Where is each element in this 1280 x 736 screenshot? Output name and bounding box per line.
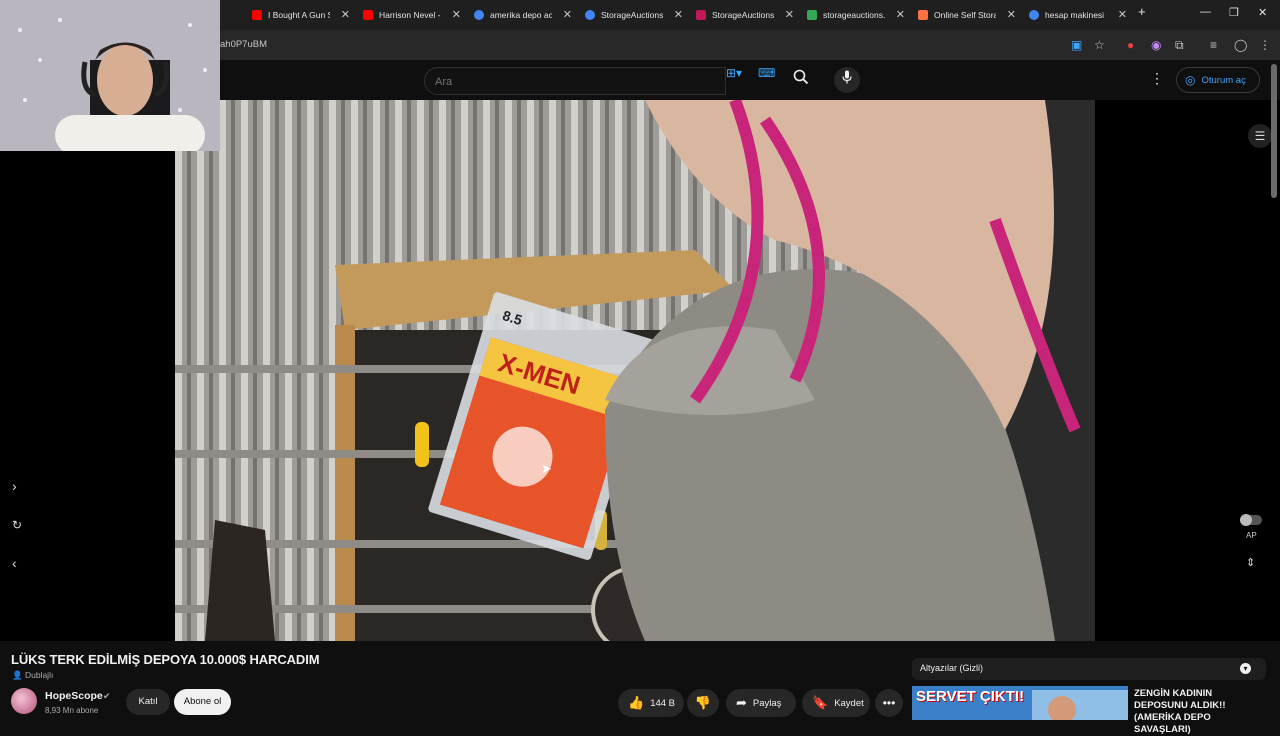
chevron-down-icon[interactable]: ▾ bbox=[1240, 663, 1251, 674]
site-favicon-icon bbox=[918, 10, 928, 20]
thumbs-down-icon: 👎 bbox=[694, 695, 712, 710]
thumbnail-text: SERVET ÇIKTI! bbox=[916, 688, 1025, 705]
close-icon[interactable]: ✕ bbox=[785, 8, 794, 21]
microphone-icon bbox=[842, 70, 852, 84]
close-icon[interactable]: ✕ bbox=[563, 8, 572, 21]
subscriber-count: 8,93 Mn abone bbox=[45, 706, 99, 715]
like-count: 144 B bbox=[650, 697, 676, 709]
tab-title: StorageAuctions bbox=[601, 10, 663, 20]
minimize-icon[interactable]: — bbox=[1200, 6, 1211, 18]
join-button[interactable]: Katıl bbox=[126, 689, 170, 715]
tab-title: Online Self Storag bbox=[934, 10, 996, 20]
verified-badge-icon: ✔ bbox=[103, 691, 111, 701]
share-label: Paylaş bbox=[752, 697, 782, 709]
sign-in-label: Oturum aç bbox=[1201, 74, 1246, 86]
chevron-right-icon[interactable]: › bbox=[12, 478, 17, 494]
youtube-favicon-icon bbox=[363, 10, 373, 20]
like-button[interactable]: 👍 144 B bbox=[618, 689, 684, 717]
url-field[interactable]: ah0P7uBM bbox=[220, 39, 267, 50]
keyboard-extension-icon[interactable]: ⌨ bbox=[758, 66, 775, 80]
voice-search-button[interactable] bbox=[834, 67, 860, 93]
thumbs-up-icon: 👍 bbox=[628, 695, 645, 710]
browser-tab[interactable]: I Bought A Gun S ✕ bbox=[252, 3, 356, 27]
browser-tab[interactable]: storageauctions.c ✕ bbox=[807, 3, 911, 27]
channel-avatar[interactable] bbox=[11, 688, 37, 714]
settings-menu-icon[interactable]: ⋮ bbox=[1150, 70, 1164, 87]
save-button[interactable]: 🔖 Kaydet bbox=[802, 689, 870, 717]
save-label: Kaydet bbox=[834, 697, 864, 709]
account-icon: ◎ bbox=[1185, 73, 1196, 87]
search-icon bbox=[793, 69, 809, 85]
page-scrollbar[interactable] bbox=[1271, 64, 1277, 198]
google-favicon-icon bbox=[585, 10, 595, 20]
browser-tab[interactable]: StorageAuctions.c ✕ bbox=[696, 3, 800, 27]
dubbed-badge: 👤 Dublajlı bbox=[12, 670, 53, 681]
tab-title: storageauctions.c bbox=[823, 10, 885, 20]
chevron-left-icon[interactable]: ‹ bbox=[12, 555, 17, 571]
close-icon[interactable]: ✕ bbox=[452, 8, 461, 21]
recommended-video-title[interactable]: ZENGİN KADININ DEPOSUNU ALDIK!! (AMERİKA… bbox=[1134, 688, 1264, 736]
browser-tab[interactable]: hesap makinesi - ✕ bbox=[1029, 3, 1133, 27]
google-favicon-icon bbox=[1029, 10, 1039, 20]
google-favicon-icon bbox=[474, 10, 484, 20]
site-favicon-icon bbox=[696, 10, 706, 20]
translate-icon[interactable]: ▣ bbox=[1071, 38, 1082, 52]
browser-tab[interactable]: StorageAuctions ✕ bbox=[585, 3, 689, 27]
video-scene-image: X-MEN 8.5 bbox=[175, 100, 1095, 641]
close-icon[interactable]: ✕ bbox=[1007, 8, 1016, 21]
share-icon: ➦ bbox=[736, 695, 747, 710]
extension-icon[interactable]: ◉ bbox=[1151, 38, 1161, 52]
close-icon[interactable]: ✕ bbox=[341, 8, 350, 21]
close-icon[interactable]: ✕ bbox=[674, 8, 683, 21]
webcam-overlay bbox=[0, 0, 220, 151]
tab-title: StorageAuctions.c bbox=[712, 10, 774, 20]
more-actions-button[interactable]: ••• bbox=[875, 689, 903, 717]
search-box bbox=[424, 67, 726, 95]
search-input[interactable] bbox=[433, 72, 717, 92]
browser-tab[interactable]: Online Self Storag ✕ bbox=[918, 3, 1022, 27]
video-frame[interactable]: X-MEN 8.5 bbox=[175, 100, 1095, 641]
expand-icon[interactable]: ⇕ bbox=[1246, 556, 1255, 569]
tab-title: amerika depo acil bbox=[490, 10, 552, 20]
channel-name[interactable]: HopeScope bbox=[45, 690, 103, 702]
dislike-button[interactable]: 👎 bbox=[687, 689, 719, 717]
recommended-thumbnail[interactable]: SERVET ÇIKTI! bbox=[912, 686, 1128, 720]
streamer-face-image bbox=[0, 0, 220, 151]
translate-extension-icon[interactable]: ⊞▾ bbox=[726, 66, 742, 80]
extension-icon[interactable]: ● bbox=[1127, 38, 1134, 52]
sign-in-button[interactable]: ◎ Oturum aç bbox=[1176, 67, 1260, 93]
media-control-icon[interactable]: ≡ bbox=[1210, 38, 1217, 52]
reload-icon[interactable]: ↻ bbox=[12, 518, 22, 532]
mouse-cursor-icon: ➤ bbox=[541, 461, 552, 476]
puzzle-icon[interactable]: ⧉ bbox=[1175, 38, 1184, 53]
bookmark-star-icon[interactable]: ☆ bbox=[1094, 38, 1105, 52]
tab-title: I Bought A Gun S bbox=[268, 10, 330, 20]
dubbed-icon: 👤 bbox=[12, 670, 23, 680]
youtube-favicon-icon bbox=[252, 10, 262, 20]
close-icon[interactable]: ✕ bbox=[896, 8, 905, 21]
video-title: LÜKS TERK EDİLMİŞ DEPOYA 10.000$ HARCADI… bbox=[11, 652, 320, 667]
new-tab-button[interactable]: + bbox=[1138, 4, 1146, 19]
maximize-icon[interactable]: ❐ bbox=[1229, 6, 1239, 19]
site-favicon-icon bbox=[807, 10, 817, 20]
tab-title: hesap makinesi - bbox=[1045, 10, 1107, 20]
browser-tab[interactable]: Harrison Nevel - Y ✕ bbox=[363, 3, 467, 27]
search-button[interactable] bbox=[782, 67, 820, 93]
share-button[interactable]: ➦ Paylaş bbox=[726, 689, 796, 717]
chapters-menu-button[interactable]: ☰ bbox=[1248, 124, 1272, 148]
browser-tab[interactable]: amerika depo acil ✕ bbox=[474, 3, 578, 27]
profile-icon[interactable]: ◯ bbox=[1234, 38, 1247, 52]
dubbed-label: Dublajlı bbox=[24, 670, 54, 680]
window-close-icon[interactable]: ✕ bbox=[1258, 6, 1267, 19]
bookmark-icon: 🔖 bbox=[812, 695, 829, 710]
subtitles-label: Altyazılar (Gizli) bbox=[920, 663, 984, 673]
autoplay-label: AP bbox=[1246, 531, 1257, 540]
autoplay-toggle[interactable] bbox=[1240, 514, 1262, 526]
tab-title: Harrison Nevel - Y bbox=[379, 10, 441, 20]
browser-menu-icon[interactable]: ⋮ bbox=[1259, 38, 1271, 52]
more-horiz-icon: ••• bbox=[882, 696, 896, 710]
subscribe-button[interactable]: Abone ol bbox=[174, 689, 231, 715]
close-icon[interactable]: ✕ bbox=[1118, 8, 1127, 21]
